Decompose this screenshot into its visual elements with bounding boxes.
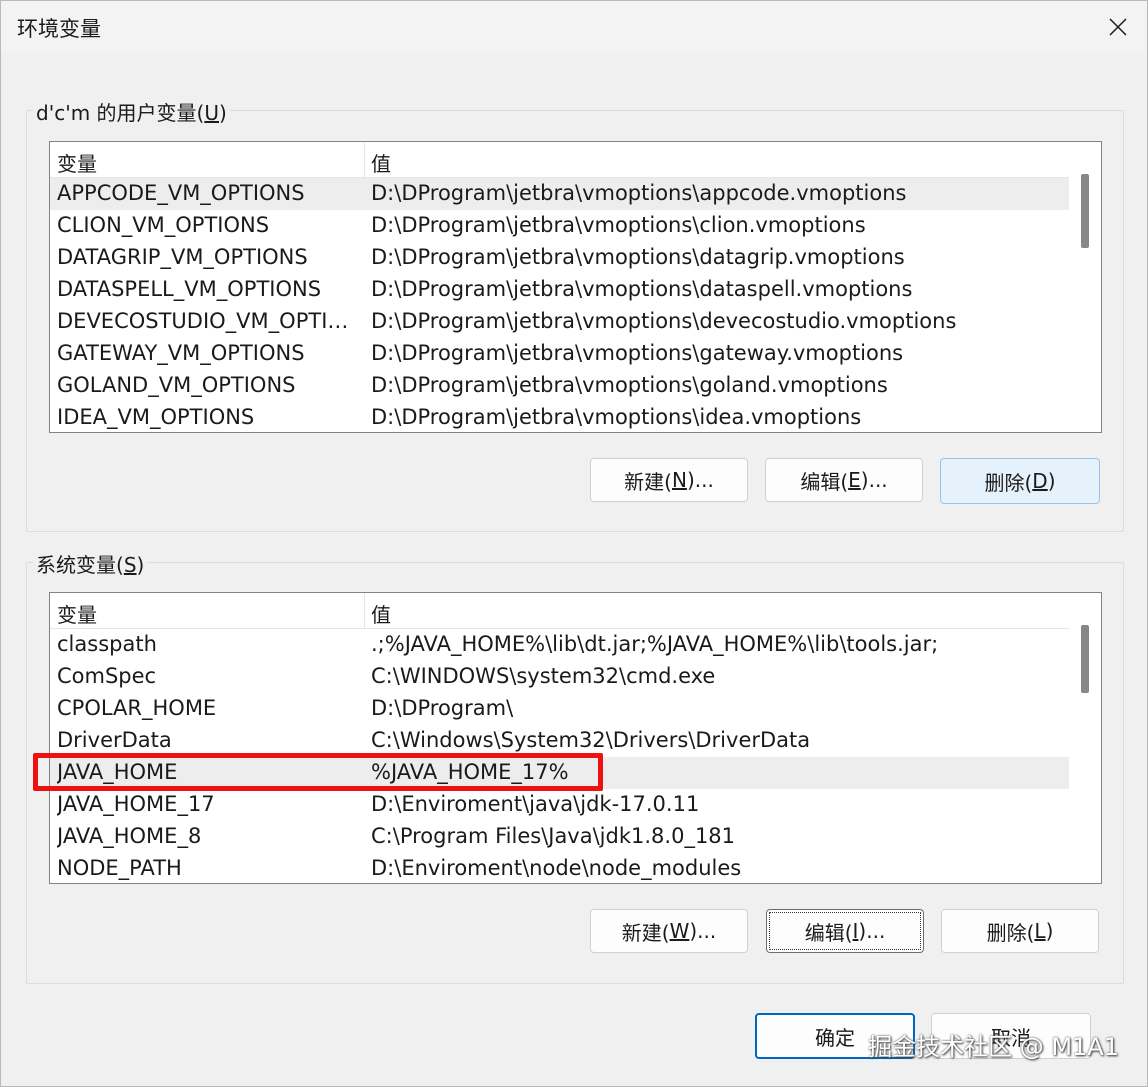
table-row[interactable]: DATASPELL_VM_OPTIONS D:\DProgram\jetbra\v…	[50, 274, 1069, 306]
close-icon	[1109, 18, 1127, 36]
table-row[interactable]: CLION_VM_OPTIONS D:\DProgram\jetbra\vmopt…	[50, 210, 1069, 242]
variable-value: D:\DProgram\	[371, 696, 514, 720]
scrollbar-thumb[interactable]	[1081, 625, 1089, 693]
variable-name: DEVECOSTUDIO_VM_OPTIO...	[57, 309, 357, 333]
vertical-scrollbar[interactable]	[1069, 142, 1101, 432]
variable-value: .;%JAVA_HOME%\lib\dt.jar;%JAVA_HOME%\lib…	[371, 632, 939, 656]
variable-name: ComSpec	[57, 664, 157, 688]
table-row[interactable]: GATEWAY_VM_OPTIONS D:\DProgram\jetbra\vmo…	[50, 338, 1069, 370]
variable-value: D:\DProgram\jetbra\vmoptions\gateway.vmo…	[371, 341, 904, 365]
variable-value: D:\DProgram\jetbra\vmoptions\goland.vmop…	[371, 373, 888, 397]
table-row[interactable]: classpath .;%JAVA_HOME%\lib\dt.jar;%JAVA_…	[50, 629, 1069, 661]
user-edit-button[interactable]: 编辑(E)...	[765, 458, 923, 502]
user-variables-list[interactable]: 变量 值 APPCODE_VM_OPTIONS D:\DProgram\jetbr…	[49, 141, 1102, 433]
user-variables-label: d'c'm 的用户变量(U)	[33, 97, 230, 126]
table-row[interactable]: CPOLAR_HOME D:\DProgram\	[50, 693, 1069, 725]
variable-name: DATASPELL_VM_OPTIONS	[57, 277, 322, 301]
list-header: 变量 值	[50, 593, 1069, 629]
table-row[interactable]: APPCODE_VM_OPTIONS D:\DProgram\jetbra\vmo…	[50, 178, 1069, 210]
environment-variables-dialog: 环境变量 d'c'm 的用户变量(U) 变量 值 APPCODE_VM_OPTI…	[0, 0, 1148, 1087]
variable-name: GOLAND_VM_OPTIONS	[57, 373, 296, 397]
variable-name: GATEWAY_VM_OPTIONS	[57, 341, 305, 365]
title-bar: 环境变量	[1, 1, 1147, 53]
variable-name: CLION_VM_OPTIONS	[57, 213, 270, 237]
column-header-value[interactable]: 值	[371, 148, 391, 177]
user-delete-button[interactable]: 删除(D)	[940, 458, 1100, 504]
vertical-scrollbar[interactable]	[1069, 593, 1101, 883]
table-row[interactable]: IDEA_VM_OPTIONS D:\DProgram\jetbra\vmopti…	[50, 402, 1069, 432]
scrollbar-thumb[interactable]	[1081, 174, 1089, 248]
variable-value: D:\Enviroment\java\jdk-17.0.11	[371, 792, 700, 816]
column-separator[interactable]	[364, 142, 365, 177]
variable-value: C:\Program Files\Java\jdk1.8.0_181	[371, 824, 736, 848]
table-row[interactable]: JAVA_HOME_17 D:\Enviroment\java\jdk-17.0.…	[50, 789, 1069, 821]
table-row[interactable]: ComSpec C:\WINDOWS\system32\cmd.exe	[50, 661, 1069, 693]
close-button[interactable]	[1089, 1, 1147, 53]
column-header-variable[interactable]: 变量	[57, 148, 97, 177]
variable-name: DATAGRIP_VM_OPTIONS	[57, 245, 308, 269]
annotation-highlight-box	[33, 753, 603, 791]
variable-value: D:\DProgram\jetbra\vmoptions\idea.vmopti…	[371, 405, 862, 429]
table-row[interactable]: GOLAND_VM_OPTIONS D:\DProgram\jetbra\vmop…	[50, 370, 1069, 402]
variable-value: D:\DProgram\jetbra\vmoptions\clion.vmopt…	[371, 213, 866, 237]
variable-value: D:\DProgram\jetbra\vmoptions\appcode.vmo…	[371, 181, 907, 205]
system-delete-button[interactable]: 删除(L)	[941, 909, 1099, 953]
table-row[interactable]: DATAGRIP_VM_OPTIONS D:\DProgram\jetbra\vm…	[50, 242, 1069, 274]
variable-value: D:\DProgram\jetbra\vmoptions\devecostudi…	[371, 309, 957, 333]
window-title: 环境变量	[17, 17, 101, 41]
variable-name: IDEA_VM_OPTIONS	[57, 405, 255, 429]
variable-name: JAVA_HOME_8	[57, 824, 202, 848]
system-edit-button[interactable]: 编辑(I)...	[766, 909, 924, 953]
system-variables-list[interactable]: 变量 值 classpath .;%JAVA_HOME%\lib\dt.jar;%…	[49, 592, 1102, 884]
table-row[interactable]: JAVA_HOME_8 C:\Program Files\Java\jdk1.8.…	[50, 821, 1069, 853]
variable-value: D:\Enviroment\node\node_modules	[371, 856, 742, 880]
variable-name: DriverData	[57, 728, 172, 752]
variable-value: C:\WINDOWS\system32\cmd.exe	[371, 664, 716, 688]
system-new-button[interactable]: 新建(W)...	[590, 909, 748, 953]
column-header-variable[interactable]: 变量	[57, 599, 97, 628]
variable-name: APPCODE_VM_OPTIONS	[57, 181, 305, 205]
column-separator[interactable]	[364, 593, 365, 628]
user-variable-rows: APPCODE_VM_OPTIONS D:\DProgram\jetbra\vmo…	[50, 178, 1069, 432]
table-row[interactable]: NODE_PATH D:\Enviroment\node\node_modules	[50, 853, 1069, 883]
variable-name: CPOLAR_HOME	[57, 696, 217, 720]
user-new-button[interactable]: 新建(N)...	[590, 458, 748, 502]
watermark: 掘金技术社区 @ M1A1	[868, 1033, 1119, 1061]
table-row[interactable]: DEVECOSTUDIO_VM_OPTIO... D:\DProgram\jetb…	[50, 306, 1069, 338]
variable-value: D:\DProgram\jetbra\vmoptions\dataspell.v…	[371, 277, 913, 301]
column-header-value[interactable]: 值	[371, 599, 391, 628]
variable-value: D:\DProgram\jetbra\vmoptions\datagrip.vm…	[371, 245, 905, 269]
system-variables-label: 系统变量(S)	[33, 549, 148, 578]
variable-name: classpath	[57, 632, 157, 656]
list-header: 变量 值	[50, 142, 1069, 178]
variable-value: C:\Windows\System32\Drivers\DriverData	[371, 728, 811, 752]
variable-name: NODE_PATH	[57, 856, 182, 880]
variable-name: JAVA_HOME_17	[57, 792, 215, 816]
